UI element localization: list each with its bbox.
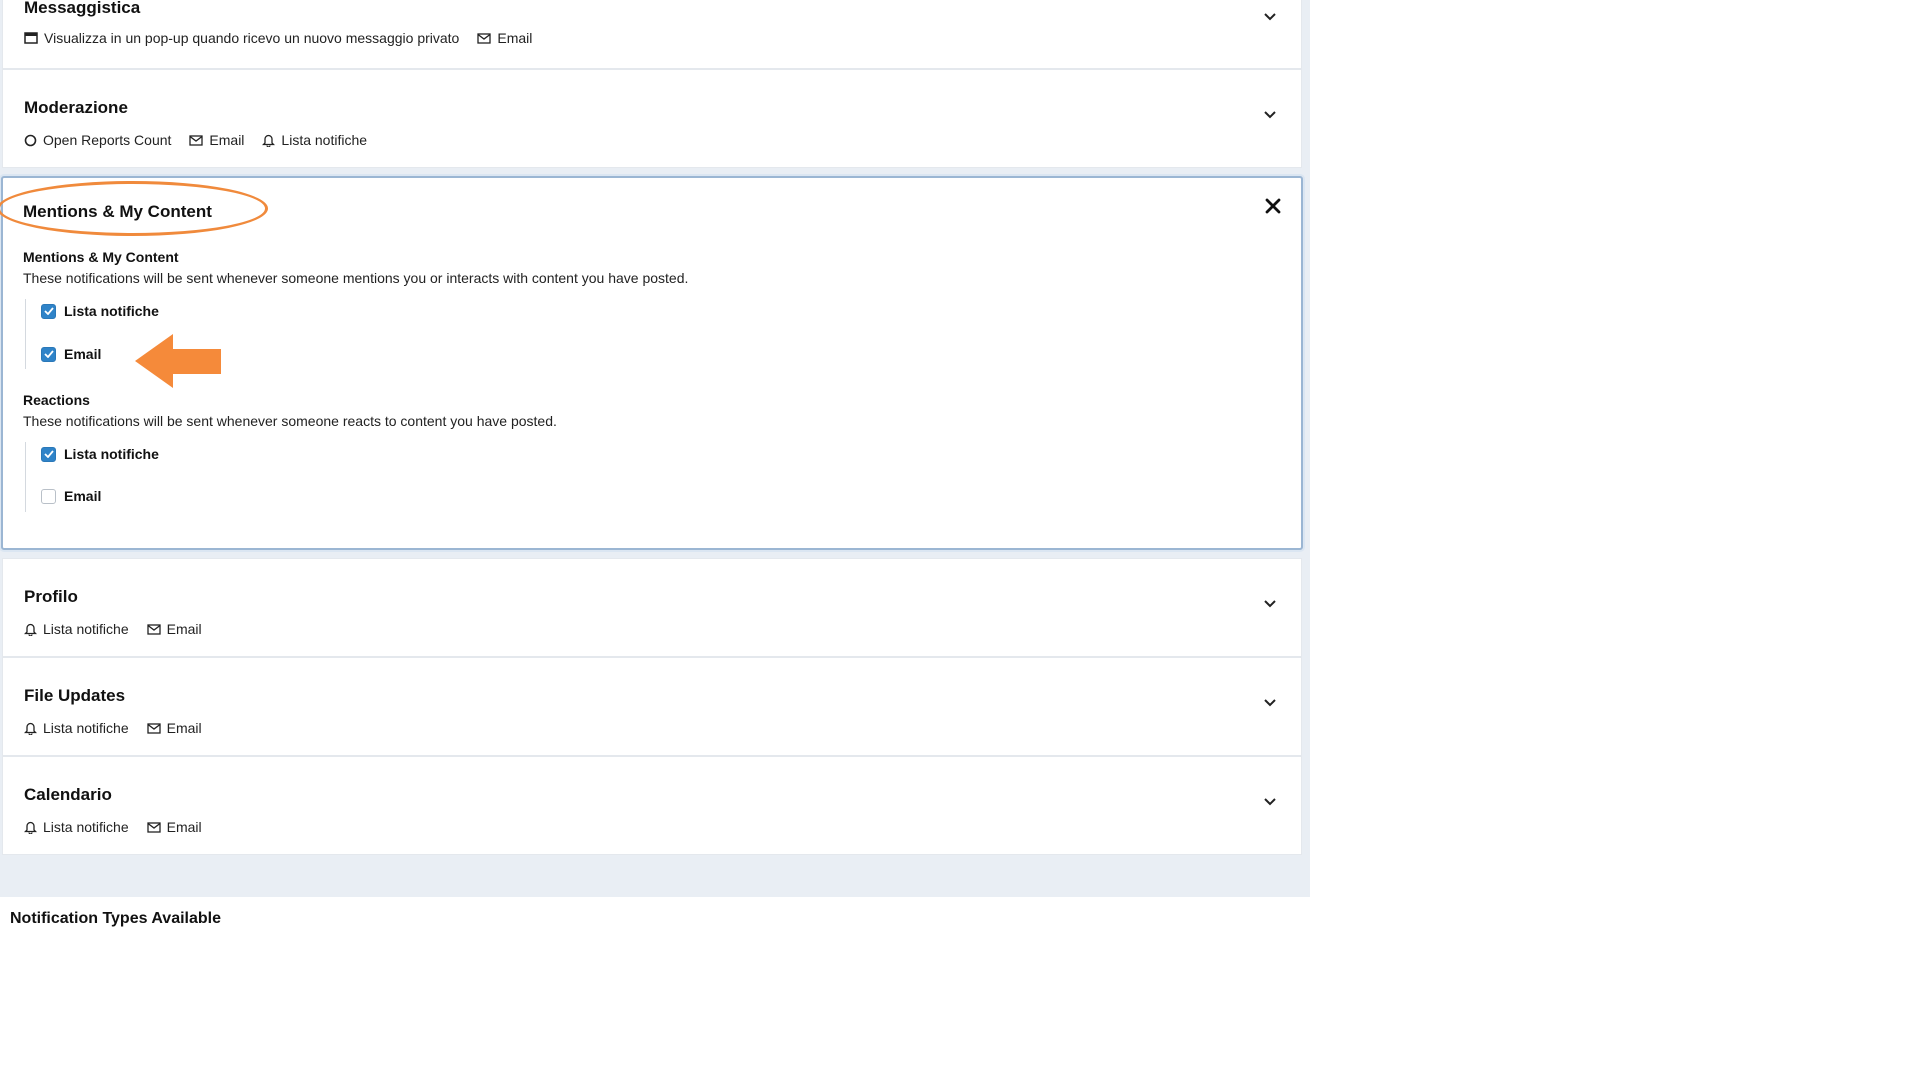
envelope-icon (477, 32, 492, 44)
section-description: These notifications will be sent wheneve… (23, 413, 557, 429)
option-email[interactable]: Email (41, 488, 101, 504)
summary-item: Email (477, 30, 532, 46)
bell-icon (24, 722, 37, 735)
envelope-icon (146, 623, 161, 635)
checkbox-checked[interactable] (41, 346, 56, 362)
checkbox-unchecked[interactable] (41, 488, 56, 504)
panel-title: Profilo (24, 587, 78, 606)
option-lista-notifiche[interactable]: Lista notifiche (41, 303, 159, 319)
checkbox-checked[interactable] (41, 446, 56, 462)
summary-item: Lista notifiche (24, 621, 129, 637)
panel-calendario[interactable]: Calendario Lista notifiche Email (2, 756, 1302, 855)
panel-summary: Lista notifiche Email (24, 720, 202, 736)
panel-messaggistica[interactable]: Messaggistica Visualizza in un pop-up qu… (2, 0, 1302, 69)
section-title: Mentions & My Content (23, 249, 179, 265)
summary-item: Lista notifiche (24, 819, 129, 835)
summary-item: Lista notifiche (24, 720, 129, 736)
summary-item: Email (146, 819, 202, 835)
summary-label: Lista notifiche (43, 819, 129, 835)
close-icon[interactable] (1263, 196, 1283, 216)
checkmark-icon (43, 307, 54, 315)
bell-icon (24, 623, 37, 636)
summary-item: Visualizza in un pop-up quando ricevo un… (24, 30, 459, 46)
window-icon (24, 32, 38, 44)
chevron-down-icon[interactable] (1261, 694, 1279, 712)
option-label: Email (64, 488, 102, 504)
panel-file-updates[interactable]: File Updates Lista notifiche Email (2, 657, 1302, 756)
section-description: These notifications will be sent wheneve… (23, 270, 689, 286)
summary-label: Open Reports Count (43, 132, 172, 148)
envelope-icon (146, 821, 161, 833)
checkmark-icon (43, 450, 54, 458)
option-label: Lista notifiche (64, 446, 159, 462)
checkmark-icon (43, 350, 54, 358)
circle-icon (24, 134, 37, 146)
panel-summary: Open Reports Count Email Lista notifiche (24, 132, 367, 148)
panel-summary: Lista notifiche Email (24, 819, 202, 835)
panel-title: Calendario (24, 785, 112, 804)
section-title: Reactions (23, 392, 90, 408)
envelope-icon (146, 722, 161, 734)
bell-icon (24, 821, 37, 834)
panel-moderazione[interactable]: Moderazione Open Reports Count Email Lis… (2, 69, 1302, 168)
summary-label: Email (497, 30, 533, 46)
summary-item: Email (146, 621, 202, 637)
panel-summary: Visualizza in un pop-up quando ricevo un… (24, 30, 532, 46)
chevron-down-icon[interactable] (1261, 595, 1279, 613)
panel-title: Messaggistica (24, 0, 141, 17)
chevron-down-icon[interactable] (1261, 106, 1279, 124)
option-group: Lista notifiche Email (25, 299, 426, 369)
summary-label: Lista notifiche (43, 621, 129, 637)
notification-settings-list: Messaggistica Visualizza in un pop-up qu… (0, 0, 1303, 855)
section-heading: Notification Types Available (10, 910, 222, 927)
summary-item: Email (189, 132, 244, 148)
summary-item: Open Reports Count (24, 132, 171, 148)
panel-title: File Updates (24, 686, 126, 705)
panel-summary: Lista notifiche Email (24, 621, 202, 637)
summary-label: Email (166, 720, 202, 736)
annotation-arrow (135, 334, 221, 388)
panel-mentions-my-content: Mentions & My Content Mentions & My Cont… (0, 176, 1303, 550)
option-label: Lista notifiche (64, 303, 159, 319)
option-label: Email (64, 346, 102, 362)
panel-profilo[interactable]: Profilo Lista notifiche Email (2, 558, 1302, 657)
summary-label: Visualizza in un pop-up quando ricevo un… (44, 30, 460, 46)
option-email[interactable]: Email (41, 346, 101, 362)
chevron-down-icon[interactable] (1261, 793, 1279, 811)
summary-label: Email (166, 621, 202, 637)
chevron-down-icon[interactable] (1261, 8, 1279, 26)
checkbox-checked[interactable] (41, 303, 56, 319)
envelope-icon (189, 134, 204, 146)
panel-title: Moderazione (24, 98, 128, 117)
summary-label: Lista notifiche (43, 720, 129, 736)
panel-title: Mentions & My Content (23, 202, 212, 221)
option-group: Lista notifiche Email (25, 442, 426, 512)
summary-label: Email (209, 132, 245, 148)
summary-label: Lista notifiche (281, 132, 368, 148)
summary-item: Email (146, 720, 202, 736)
bell-icon (262, 134, 276, 147)
summary-label: Email (166, 819, 202, 835)
option-lista-notifiche[interactable]: Lista notifiche (41, 446, 159, 462)
summary-item: Lista notifiche (262, 132, 367, 148)
